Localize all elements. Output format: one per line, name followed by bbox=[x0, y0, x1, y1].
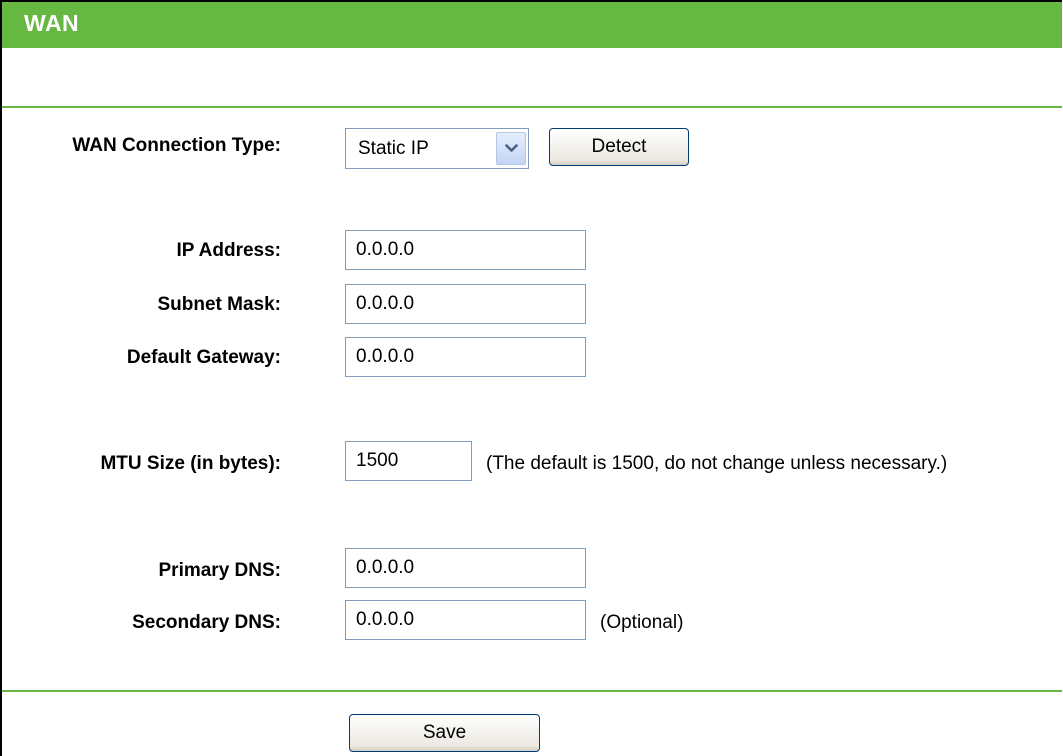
secondary-dns-input[interactable]: 0.0.0.0 bbox=[345, 600, 586, 640]
primary-dns-label: Primary DNS: bbox=[158, 560, 282, 581]
wan-settings-panel: WAN WAN Connection Type: Static IP Detec… bbox=[0, 0, 1062, 756]
wan-connection-type-label: WAN Connection Type: bbox=[72, 135, 281, 156]
secondary-dns-optional-note: (Optional) bbox=[600, 612, 684, 633]
chevron-down-icon bbox=[505, 144, 518, 152]
mtu-size-label: MTU Size (in bytes): bbox=[100, 453, 281, 474]
detect-button[interactable]: Detect bbox=[549, 128, 689, 166]
select-dropdown-button[interactable] bbox=[496, 132, 526, 165]
default-gateway-input[interactable]: 0.0.0.0 bbox=[345, 337, 586, 377]
top-divider bbox=[2, 106, 1062, 108]
save-button[interactable]: Save bbox=[349, 714, 540, 752]
mtu-default-note: (The default is 1500, do not change unle… bbox=[486, 453, 948, 474]
ip-address-label: IP Address: bbox=[176, 240, 281, 261]
secondary-dns-label: Secondary DNS: bbox=[132, 612, 281, 633]
wan-connection-type-select[interactable]: Static IP bbox=[345, 128, 529, 169]
wan-connection-type-value: Static IP bbox=[358, 138, 429, 159]
bottom-divider bbox=[2, 690, 1062, 692]
subnet-mask-label: Subnet Mask: bbox=[157, 294, 281, 315]
ip-address-input[interactable]: 0.0.0.0 bbox=[345, 230, 586, 270]
subnet-mask-input[interactable]: 0.0.0.0 bbox=[345, 284, 586, 324]
default-gateway-label: Default Gateway: bbox=[126, 347, 281, 368]
page-title: WAN bbox=[24, 10, 80, 36]
wan-header-bar: WAN bbox=[2, 2, 1062, 48]
mtu-size-input[interactable]: 1500 bbox=[345, 441, 472, 481]
primary-dns-input[interactable]: 0.0.0.0 bbox=[345, 548, 586, 588]
